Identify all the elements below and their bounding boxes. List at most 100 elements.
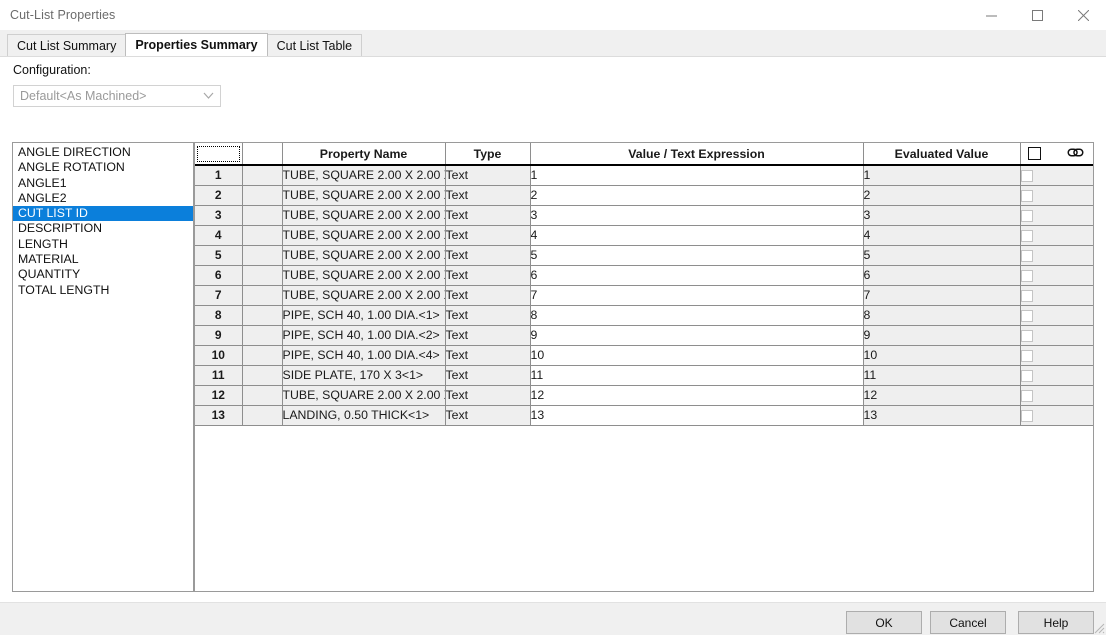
cell-type[interactable]: Text [445, 225, 531, 246]
cell-value[interactable]: 9 [530, 325, 864, 346]
ok-button[interactable]: OK [846, 611, 922, 634]
row-link-checkbox[interactable] [1020, 289, 1033, 302]
cell-link[interactable] [1020, 205, 1093, 226]
cell-value[interactable]: 6 [530, 265, 864, 286]
cell-type[interactable]: Text [445, 185, 531, 206]
cell-type[interactable]: Text [445, 285, 531, 306]
cell-property-name[interactable]: TUBE, SQUARE 2.00 X 2.00 X [282, 265, 446, 286]
column-header-evaluated-value[interactable]: Evaluated Value [863, 143, 1021, 166]
property-list-item[interactable]: ANGLE2 [13, 191, 193, 206]
cell-type[interactable]: Text [445, 305, 531, 326]
table-row[interactable]: 11 SIDE PLATE, 170 X 3<1> Text 11 11 [195, 365, 1093, 386]
cell-link[interactable] [1020, 305, 1093, 326]
row-number[interactable]: 6 [195, 265, 243, 286]
row-link-checkbox[interactable] [1020, 329, 1033, 342]
property-list-item[interactable]: LENGTH [13, 237, 193, 252]
row-blank-cell[interactable] [242, 205, 283, 226]
table-row[interactable]: 6 TUBE, SQUARE 2.00 X 2.00 X Text 6 6 [195, 265, 1093, 286]
row-number[interactable]: 3 [195, 205, 243, 226]
column-header-value[interactable]: Value / Text Expression [530, 143, 864, 166]
table-row[interactable]: 1 TUBE, SQUARE 2.00 X 2.00 X Text 1 1 [195, 165, 1093, 186]
cell-type[interactable]: Text [445, 245, 531, 266]
row-number[interactable]: 5 [195, 245, 243, 266]
row-blank-cell[interactable] [242, 305, 283, 326]
row-number[interactable]: 10 [195, 345, 243, 366]
row-blank-cell[interactable] [242, 345, 283, 366]
cell-property-name[interactable]: TUBE, SQUARE 2.00 X 2.00 X [282, 285, 446, 306]
cell-type[interactable]: Text [445, 365, 531, 386]
table-row[interactable]: 2 TUBE, SQUARE 2.00 X 2.00 X Text 2 2 [195, 185, 1093, 206]
cell-value[interactable]: 4 [530, 225, 864, 246]
minimize-button[interactable] [968, 0, 1014, 30]
cell-value[interactable]: 3 [530, 205, 864, 226]
tab-cut-list-summary[interactable]: Cut List Summary [7, 34, 127, 56]
close-button[interactable] [1060, 0, 1106, 30]
row-link-checkbox[interactable] [1020, 389, 1033, 402]
row-number[interactable]: 11 [195, 365, 243, 386]
cell-property-name[interactable]: LANDING, 0.50 THICK<1> [282, 405, 446, 426]
cell-link[interactable] [1020, 225, 1093, 246]
row-link-checkbox[interactable] [1020, 349, 1033, 362]
cell-type[interactable]: Text [445, 325, 531, 346]
select-all-checkbox[interactable] [1027, 147, 1041, 160]
column-header-blank[interactable] [242, 143, 283, 166]
row-blank-cell[interactable] [242, 225, 283, 246]
property-list-item[interactable]: ANGLE DIRECTION [13, 145, 193, 160]
table-row[interactable]: 12 TUBE, SQUARE 2.00 X 2.00 X Text 12 12 [195, 385, 1093, 406]
cancel-button[interactable]: Cancel [930, 611, 1006, 634]
cell-value[interactable]: 7 [530, 285, 864, 306]
cell-property-name[interactable]: PIPE, SCH 40, 1.00 DIA.<2> [282, 325, 446, 346]
tab-properties-summary[interactable]: Properties Summary [125, 33, 268, 56]
row-number[interactable]: 9 [195, 325, 243, 346]
row-link-checkbox[interactable] [1020, 249, 1033, 262]
row-link-checkbox[interactable] [1020, 309, 1033, 322]
property-list-item[interactable]: DESCRIPTION [13, 221, 193, 236]
table-row[interactable]: 4 TUBE, SQUARE 2.00 X 2.00 X Text 4 4 [195, 225, 1093, 246]
cell-property-name[interactable]: TUBE, SQUARE 2.00 X 2.00 X [282, 225, 446, 246]
cell-link[interactable] [1020, 185, 1093, 206]
cell-property-name[interactable]: TUBE, SQUARE 2.00 X 2.00 X [282, 385, 446, 406]
cell-value[interactable]: 5 [530, 245, 864, 266]
properties-grid[interactable]: Property Name Type Value / Text Expressi… [194, 142, 1094, 592]
cell-property-name[interactable]: SIDE PLATE, 170 X 3<1> [282, 365, 446, 386]
row-blank-cell[interactable] [242, 325, 283, 346]
cell-value[interactable]: 1 [530, 165, 864, 186]
cell-value[interactable]: 2 [530, 185, 864, 206]
row-blank-cell[interactable] [242, 265, 283, 286]
cell-type[interactable]: Text [445, 345, 531, 366]
property-list[interactable]: ANGLE DIRECTION ANGLE ROTATION ANGLE1 AN… [12, 142, 194, 592]
cell-link[interactable] [1020, 325, 1093, 346]
row-number[interactable]: 4 [195, 225, 243, 246]
cell-property-name[interactable]: TUBE, SQUARE 2.00 X 2.00 X [282, 205, 446, 226]
property-list-item[interactable]: ANGLE ROTATION [13, 160, 193, 175]
cell-value[interactable]: 12 [530, 385, 864, 406]
cell-value[interactable]: 8 [530, 305, 864, 326]
cell-property-name[interactable]: TUBE, SQUARE 2.00 X 2.00 X [282, 165, 446, 186]
property-list-item[interactable]: TOTAL LENGTH [13, 283, 193, 298]
row-link-checkbox[interactable] [1020, 170, 1033, 182]
maximize-button[interactable] [1014, 0, 1060, 30]
cell-property-name[interactable]: TUBE, SQUARE 2.00 X 2.00 X [282, 245, 446, 266]
property-list-item[interactable]: ANGLE1 [13, 176, 193, 191]
table-row[interactable]: 13 LANDING, 0.50 THICK<1> Text 13 13 [195, 405, 1093, 426]
resize-grip-icon[interactable] [1091, 620, 1105, 634]
row-blank-cell[interactable] [242, 405, 283, 426]
row-link-checkbox[interactable] [1020, 269, 1033, 282]
cell-type[interactable]: Text [445, 265, 531, 286]
cell-type[interactable]: Text [445, 385, 531, 406]
row-link-checkbox[interactable] [1020, 229, 1033, 242]
cell-property-name[interactable]: TUBE, SQUARE 2.00 X 2.00 X [282, 185, 446, 206]
cell-property-name[interactable]: PIPE, SCH 40, 1.00 DIA.<1> [282, 305, 446, 326]
row-number[interactable]: 8 [195, 305, 243, 326]
cell-link[interactable] [1020, 385, 1093, 406]
cell-link[interactable] [1020, 285, 1093, 306]
help-button[interactable]: Help [1018, 611, 1094, 634]
cell-link[interactable] [1020, 245, 1093, 266]
property-list-item[interactable]: MATERIAL [13, 252, 193, 267]
cell-value[interactable]: 13 [530, 405, 864, 426]
column-header-link[interactable] [1020, 143, 1093, 166]
cell-property-name[interactable]: PIPE, SCH 40, 1.00 DIA.<4> [282, 345, 446, 366]
row-number[interactable]: 2 [195, 185, 243, 206]
row-blank-cell[interactable] [242, 385, 283, 406]
row-number[interactable]: 13 [195, 405, 243, 426]
